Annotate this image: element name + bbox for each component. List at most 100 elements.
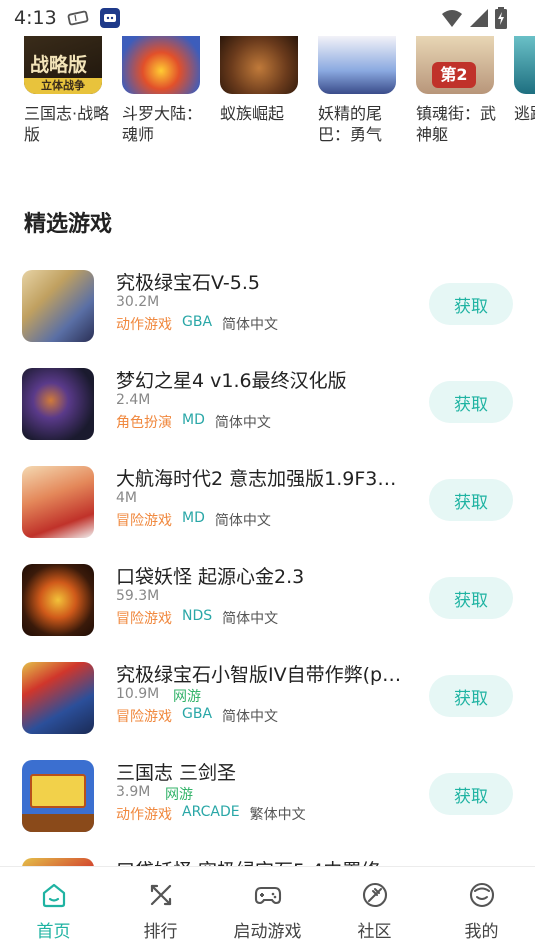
game-cover bbox=[22, 564, 94, 636]
game-tags: 冒险游戏 NDS 简体中文 bbox=[116, 608, 278, 628]
carousel-cover bbox=[122, 36, 200, 94]
game-tags: 动作游戏 ARCADE 繁体中文 bbox=[116, 804, 306, 824]
game-size: 4M bbox=[116, 490, 137, 506]
platform-tag: NDS bbox=[182, 608, 213, 624]
genre-tag: 冒险游戏 bbox=[116, 611, 172, 627]
game-size: 59.3M bbox=[116, 588, 160, 604]
game-row[interactable]: 究极绿宝石V-5.5 30.2M 动作游戏 GBA 简体中文 获取 bbox=[0, 258, 535, 356]
get-button[interactable]: 获取 bbox=[429, 577, 513, 619]
game-row[interactable]: 究极绿宝石小智版IV自带作弊(pa… 10.9M 网游 冒险游戏 GBA 简体中… bbox=[0, 650, 535, 748]
carousel-item[interactable]: 第2 镇魂街：武神躯 bbox=[416, 36, 496, 145]
game-cover bbox=[22, 858, 94, 866]
carousel-cover: 战略版 立体战争 bbox=[24, 36, 102, 94]
nav-label: 排行 bbox=[143, 922, 178, 942]
get-button[interactable]: 获取 bbox=[429, 283, 513, 325]
status-time: 4:13 bbox=[14, 7, 57, 29]
carousel-label: 妖精的尾巴：勇气 bbox=[318, 104, 383, 144]
nav-label: 我的 bbox=[464, 922, 499, 942]
nav-label: 启动游戏 bbox=[233, 922, 302, 942]
game-row[interactable]: 大航海时代2 意志加强版1.9F3正… 4M 冒险游戏 MD 简体中文 获取 bbox=[0, 454, 535, 552]
game-row[interactable]: 口袋妖怪 起源心金2.3 59.3M 冒险游戏 NDS 简体中文 获取 bbox=[0, 552, 535, 650]
wifi-icon bbox=[441, 8, 463, 32]
platform-tag: MD bbox=[182, 510, 205, 526]
section-title: 精选游戏 bbox=[24, 212, 113, 237]
platform-tag: GBA bbox=[182, 706, 213, 722]
cover-badge: 第2 bbox=[432, 62, 476, 88]
language-tag: 简体中文 bbox=[222, 611, 279, 627]
get-button[interactable]: 获取 bbox=[429, 773, 513, 815]
game-tags: 角色扮演 MD 简体中文 bbox=[116, 412, 271, 432]
platform-tag: ARCADE bbox=[182, 804, 240, 820]
game-title: 口袋妖怪 究极绿宝石5.4中置修… bbox=[116, 856, 411, 866]
nav-ranking[interactable]: 排行 bbox=[107, 867, 214, 951]
game-row[interactable]: 口袋妖怪 究极绿宝石5.4中置修… bbox=[0, 846, 535, 866]
carousel-item[interactable]: 逃跑年- bbox=[514, 36, 535, 124]
genre-tag: 冒险游戏 bbox=[116, 709, 172, 725]
game-title: 究极绿宝石小智版IV自带作弊(pa… bbox=[116, 664, 411, 686]
game-size: 30.2M bbox=[116, 294, 160, 310]
community-icon bbox=[361, 881, 389, 909]
game-list[interactable]: 究极绿宝石V-5.5 30.2M 动作游戏 GBA 简体中文 获取 梦幻之星4 … bbox=[0, 258, 535, 866]
carousel-cover bbox=[514, 36, 535, 94]
game-title: 大航海时代2 意志加强版1.9F3正… bbox=[116, 468, 411, 490]
nav-label: 首页 bbox=[36, 922, 71, 942]
genre-tag: 动作游戏 bbox=[116, 807, 172, 823]
bottom-navigation: 首页 排行 启动游戏 社区 我的 bbox=[0, 866, 535, 951]
game-title: 究极绿宝石V-5.5 bbox=[116, 272, 260, 294]
online-tag: 网游 bbox=[173, 689, 201, 705]
carousel-label: 斗罗大陆：魂师 bbox=[122, 104, 203, 144]
language-tag: 简体中文 bbox=[214, 513, 271, 529]
genre-tag: 动作游戏 bbox=[116, 317, 172, 333]
carousel-label: 蚁族崛起 bbox=[220, 104, 285, 123]
carousel-cover bbox=[318, 36, 396, 94]
carousel-cover bbox=[220, 36, 298, 94]
game-size: 3.9M bbox=[116, 784, 151, 800]
nav-community[interactable]: 社区 bbox=[321, 867, 428, 951]
get-button[interactable]: 获取 bbox=[429, 381, 513, 423]
game-title: 口袋妖怪 起源心金2.3 bbox=[116, 566, 305, 588]
get-button[interactable]: 获取 bbox=[429, 479, 513, 521]
ticket-icon bbox=[67, 10, 89, 26]
game-tags: 冒险游戏 GBA 简体中文 bbox=[116, 706, 278, 726]
battery-icon bbox=[495, 7, 507, 33]
language-tag: 繁体中文 bbox=[249, 807, 306, 823]
platform-tag: MD bbox=[182, 412, 205, 428]
game-carousel[interactable]: 战略版 立体战争 三国志·战略版 斗罗大陆：魂师 蚁族崛起 妖精的尾巴：勇气 第… bbox=[0, 36, 535, 156]
game-tags: 动作游戏 GBA 简体中文 bbox=[116, 314, 278, 334]
game-title: 三国志 三剑圣 bbox=[116, 762, 237, 784]
platform-tag: GBA bbox=[182, 314, 213, 330]
genre-tag: 角色扮演 bbox=[116, 415, 172, 431]
nav-label: 社区 bbox=[357, 922, 392, 942]
genre-tag: 冒险游戏 bbox=[116, 513, 172, 529]
language-tag: 简体中文 bbox=[214, 415, 271, 431]
game-cover bbox=[22, 368, 94, 440]
carousel-label: 逃跑年- bbox=[514, 104, 535, 123]
cover-subtitle: 立体战争 bbox=[24, 78, 102, 94]
carousel-item[interactable]: 蚁族崛起 bbox=[220, 36, 300, 124]
game-tags: 冒险游戏 MD 简体中文 bbox=[116, 510, 271, 530]
game-row[interactable]: 梦幻之星4 v1.6最终汉化版 2.4M 角色扮演 MD 简体中文 获取 bbox=[0, 356, 535, 454]
nav-launch-game[interactable]: 启动游戏 bbox=[214, 867, 321, 951]
game-cover bbox=[22, 760, 94, 832]
game-cover bbox=[22, 466, 94, 538]
gamepad-icon bbox=[254, 881, 282, 909]
get-button[interactable]: 获取 bbox=[429, 675, 513, 717]
home-icon bbox=[40, 881, 68, 909]
carousel-item[interactable]: 妖精的尾巴：勇气 bbox=[318, 36, 398, 145]
nav-profile[interactable]: 我的 bbox=[428, 867, 535, 951]
profile-icon bbox=[468, 881, 496, 909]
carousel-item[interactable]: 斗罗大陆：魂师 bbox=[122, 36, 202, 145]
signal-icon bbox=[469, 8, 489, 32]
carousel-cover: 第2 bbox=[416, 36, 494, 94]
nav-home[interactable]: 首页 bbox=[0, 867, 107, 951]
language-tag: 简体中文 bbox=[222, 709, 279, 725]
carousel-label: 三国志·战略版 bbox=[24, 104, 110, 144]
carousel-item[interactable]: 战略版 立体战争 三国志·战略版 bbox=[24, 36, 109, 145]
status-bar: 4:13 bbox=[0, 0, 535, 36]
game-row[interactable]: 三国志 三剑圣 3.9M 网游 动作游戏 ARCADE 繁体中文 获取 bbox=[0, 748, 535, 846]
app-notification-icon bbox=[99, 7, 121, 29]
game-size: 2.4M bbox=[116, 392, 151, 408]
game-title: 梦幻之星4 v1.6最终汉化版 bbox=[116, 370, 347, 392]
language-tag: 简体中文 bbox=[222, 317, 279, 333]
cover-title: 战略版 bbox=[30, 54, 88, 76]
